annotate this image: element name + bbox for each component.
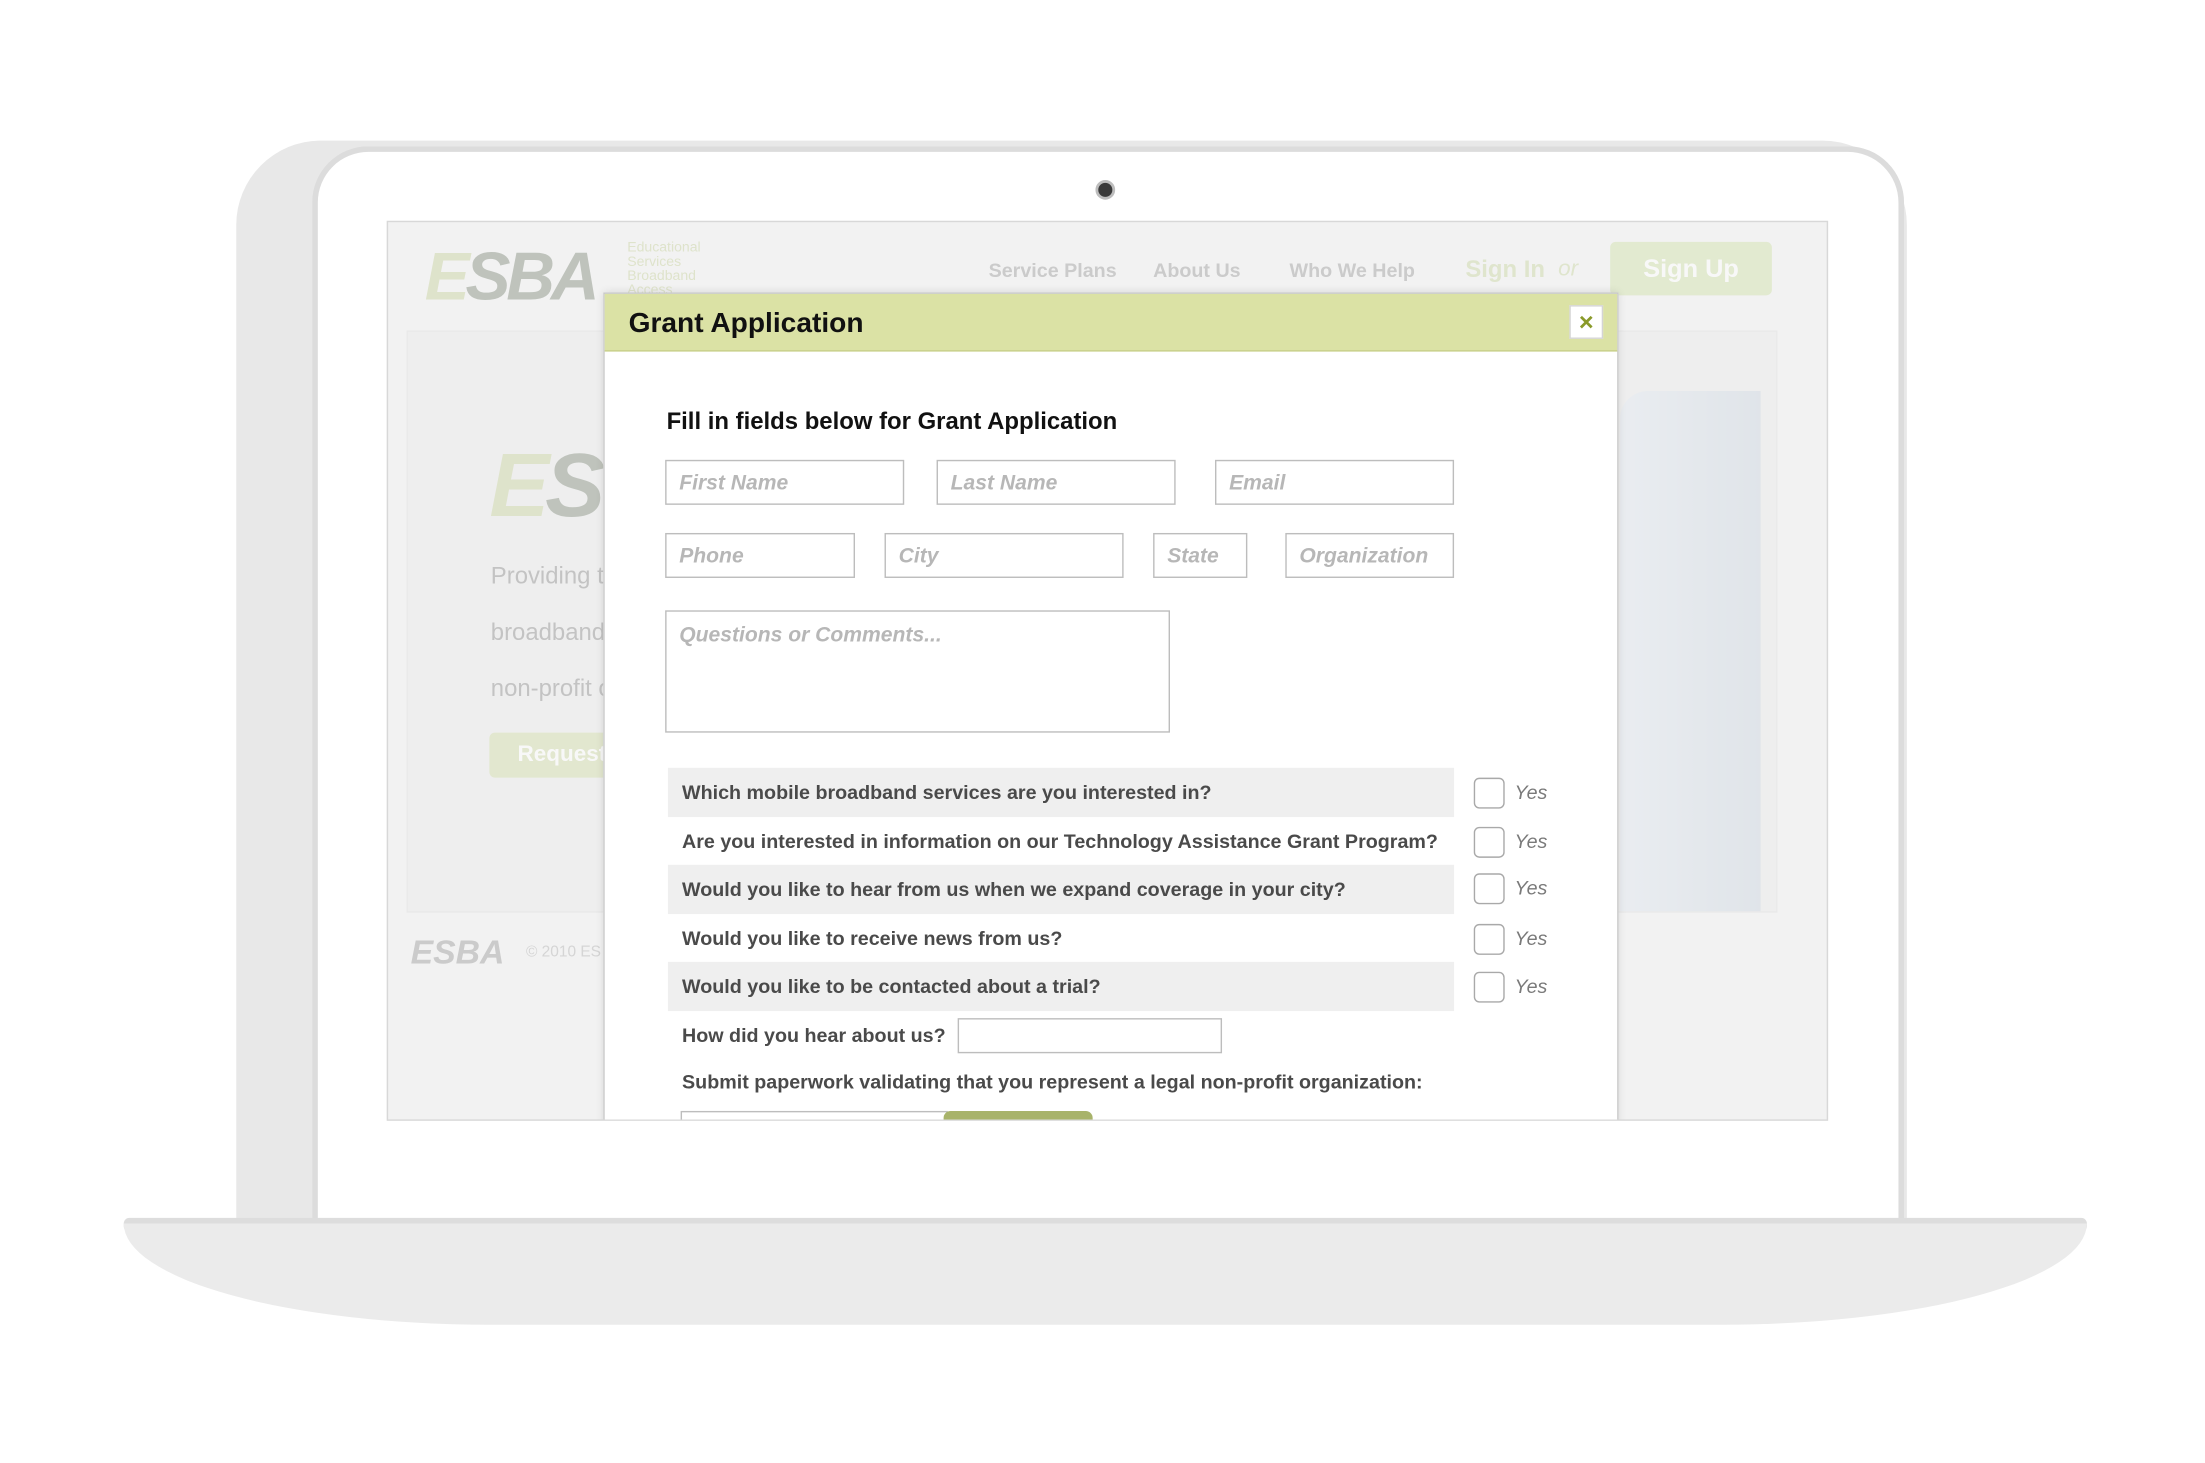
question-row: Which mobile broadband services are you … (667, 767, 1455, 818)
question-row: Are you interested in information on our… (682, 829, 1438, 853)
footer-logo: ESBA (410, 933, 505, 972)
question-row: Would you like to hear from us when we e… (667, 864, 1455, 915)
hear-about-label: How did you hear about us? (682, 1023, 946, 1047)
last-name-field[interactable] (936, 459, 1176, 505)
hero-text-line-3: non-profit o (490, 675, 612, 702)
question-checkbox[interactable] (1473, 777, 1505, 809)
hero-logo: ES (489, 434, 605, 536)
laptop-base (123, 1223, 2087, 1325)
hero-person-image (1620, 390, 1761, 912)
form-heading: Fill in fields below for Grant Applicati… (666, 407, 1118, 435)
email-field[interactable] (1215, 459, 1455, 505)
hero-text-line-1: Providing t (490, 562, 604, 590)
hero-text-line-2: broadband (490, 618, 606, 646)
checkbox-label: Yes (1514, 780, 1548, 803)
organization-field[interactable] (1285, 532, 1455, 578)
modal-title: Grant Application (628, 307, 864, 339)
checkbox-label: Yes (1514, 926, 1548, 950)
site-logo[interactable]: ESBA (425, 239, 600, 316)
footer-copyright: © 2010 ES (525, 943, 601, 961)
nav-who-we-help[interactable]: Who We Help (1290, 259, 1415, 282)
question-row: Would you like to receive news from us? (682, 926, 1063, 950)
or-label: or (1558, 257, 1579, 282)
modal-header: Grant Application × (604, 293, 1618, 352)
grant-application-modal: Grant Application × Fill in fields below… (603, 292, 1619, 1120)
hear-about-input[interactable] (957, 1018, 1223, 1054)
question-checkbox[interactable] (1473, 971, 1505, 1003)
sign-in-link[interactable]: Sign In (1465, 256, 1545, 284)
question-checkbox[interactable] (1473, 826, 1505, 858)
first-name-field[interactable] (665, 459, 905, 505)
phone-field[interactable] (665, 532, 855, 578)
checkbox-label: Yes (1514, 829, 1548, 853)
submit-paperwork-label: Submit paperwork validating that you rep… (682, 1070, 1423, 1093)
state-field[interactable] (1153, 532, 1248, 578)
question-checkbox[interactable] (1473, 873, 1505, 905)
camera-icon (1095, 180, 1116, 200)
comments-field[interactable] (665, 610, 1170, 733)
file-path-field[interactable] (680, 1110, 948, 1120)
checkbox-label: Yes (1514, 876, 1548, 899)
checkbox-label: Yes (1514, 974, 1548, 998)
screen: ESBA Educational Services Broadband Acce… (386, 220, 1829, 1121)
browse-button[interactable] (943, 1110, 1093, 1120)
question-row: Would you like to be contacted about a t… (667, 961, 1455, 1012)
nav-about-us[interactable]: About Us (1153, 259, 1240, 282)
question-checkbox[interactable] (1473, 923, 1505, 955)
city-field[interactable] (884, 532, 1124, 578)
close-icon[interactable]: × (1569, 305, 1604, 339)
site-logo-subtitle: Educational Services Broadband Access (627, 240, 701, 299)
nav-service-plans[interactable]: Service Plans (989, 259, 1117, 282)
sign-up-button[interactable]: Sign Up (1610, 241, 1772, 296)
